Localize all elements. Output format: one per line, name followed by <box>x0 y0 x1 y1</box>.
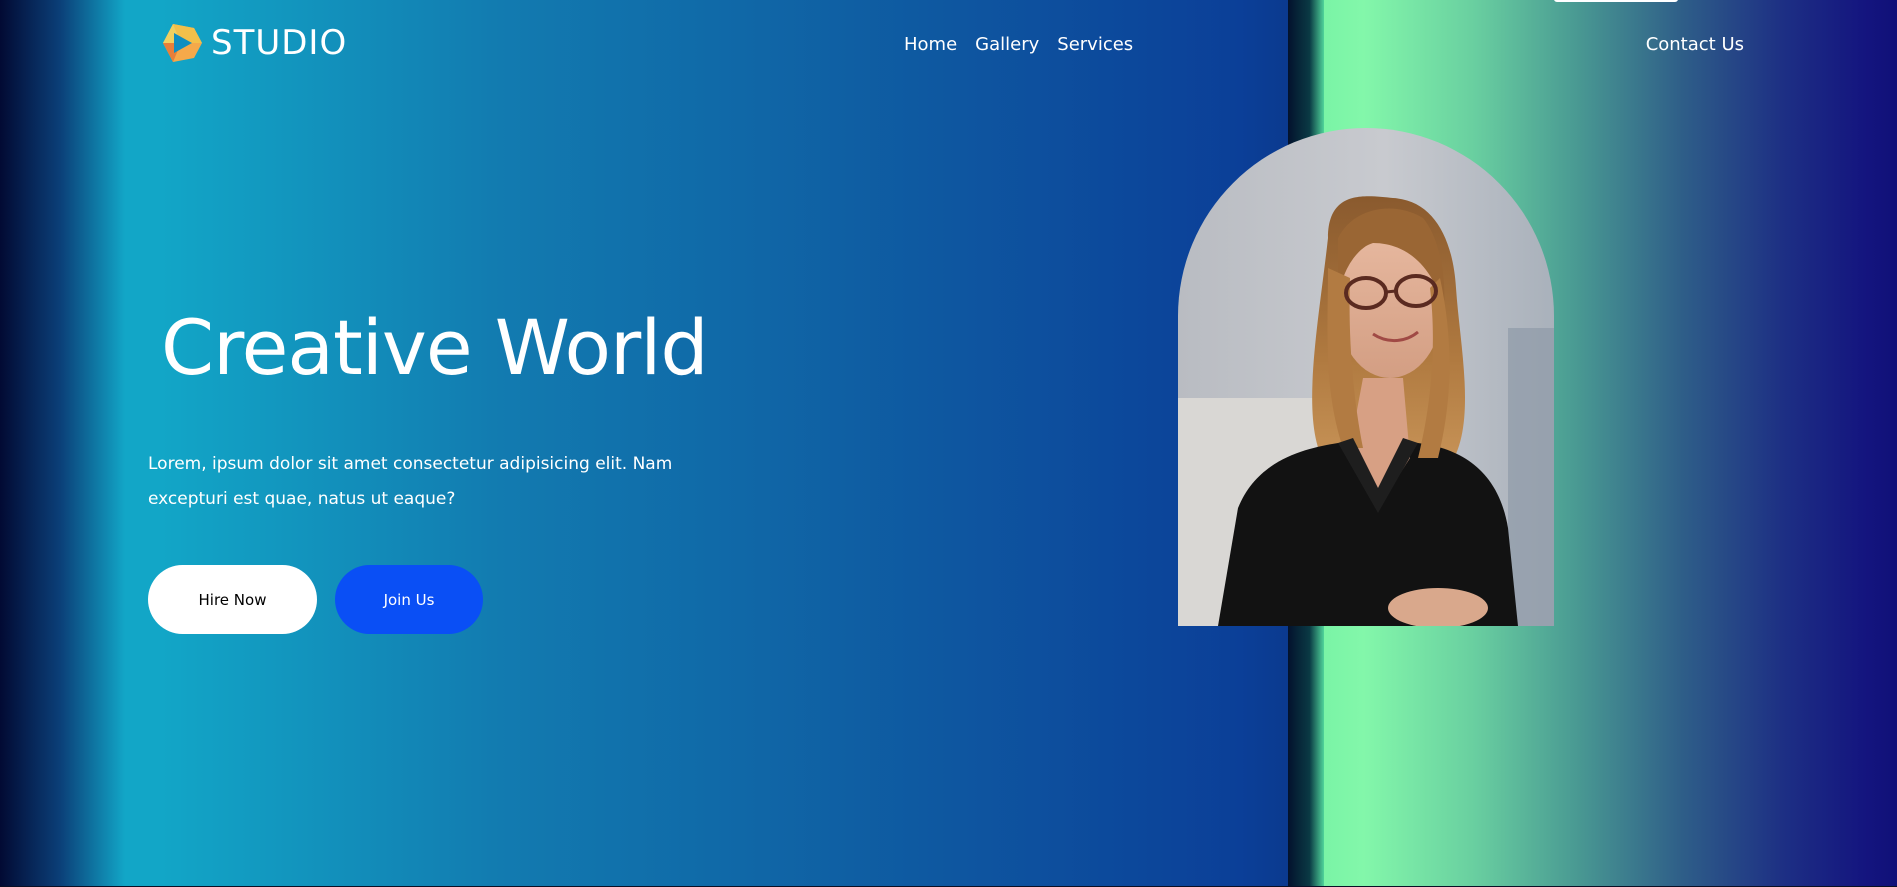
hero-title: Creative World <box>161 303 709 392</box>
logo-text: STUDIO <box>211 23 348 63</box>
hero-description: Lorem, ipsum dolor sit amet consectetur … <box>148 454 673 509</box>
top-edge-tab <box>1554 0 1678 2</box>
play-hexagon-logo-icon <box>163 24 202 62</box>
main-nav: Home Gallery Services <box>904 34 1133 55</box>
nav-gallery-link[interactable]: Gallery <box>975 34 1039 55</box>
nav-services-link[interactable]: Services <box>1057 34 1133 55</box>
nav-home-link[interactable]: Home <box>904 34 957 55</box>
hero-background-left <box>0 0 1288 887</box>
portrait-illustration <box>1178 128 1554 626</box>
logo[interactable]: STUDIO <box>161 22 347 64</box>
join-us-button[interactable]: Join Us <box>335 565 483 634</box>
hire-now-button[interactable]: Hire Now <box>148 565 317 634</box>
portrait-photo <box>1178 128 1554 626</box>
contact-us-link[interactable]: Contact Us <box>1646 34 1744 55</box>
page: STUDIO Home Gallery Services Contact Us … <box>0 0 1897 887</box>
